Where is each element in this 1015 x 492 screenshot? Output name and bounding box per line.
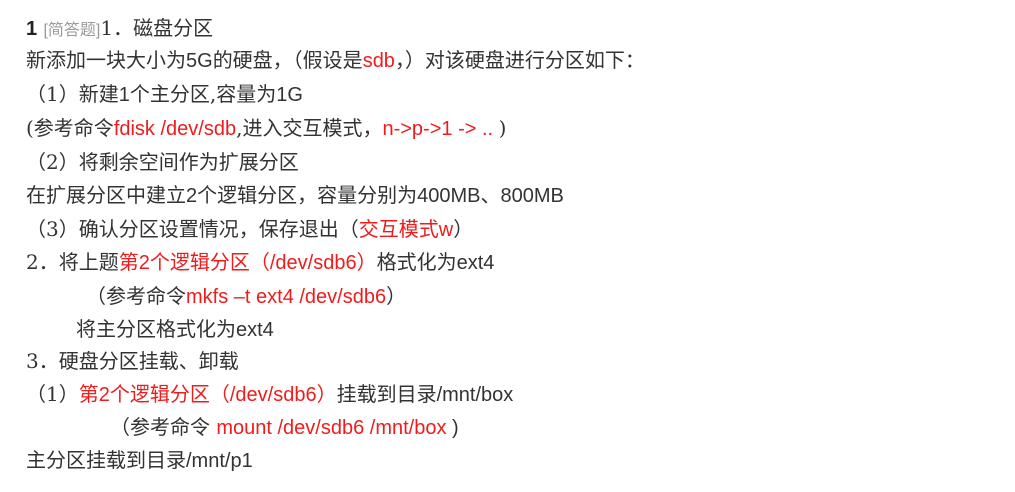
command-highlight: 交互模式w [358,219,454,241]
text-segment: 主分区挂载到目录 [26,448,186,472]
text-segment: 的硬盘，（假设是 [212,48,363,72]
text-segment: 、 [480,183,501,207]
size-value: 800MB [500,185,564,207]
text-segment: 将主分区格式化为 [76,317,236,341]
mount-path: /mnt/box [436,384,514,406]
disk-size-value: 5G [186,50,213,72]
filesystem-type: ext4 [456,252,495,274]
text-segment: （1） [26,382,79,406]
device-name-highlight: sdb [362,50,395,72]
text-segment: 个主分区,容量为 [129,82,277,106]
text-segment: ) [446,417,459,439]
section-2-primary-line: 将主分区格式化为ext4 [76,315,274,344]
partition-highlight: 第2个逻辑分区（/dev/sdb6） [118,252,377,274]
text-segment: 新添加一块大小为 [26,48,186,72]
partition-count: 1 [118,84,130,106]
question-type-label: [简答题] [43,22,101,39]
step-1-1-hint-line: (参考命令fdisk /dev/sdb,进入交互模式，n->p->1 -> ..… [26,114,506,143]
partition-highlight: 第2个逻辑分区（/dev/sdb6） [78,384,337,406]
text-segment: (参考命令 [26,116,114,140]
text-segment: ,进入交互模式， [236,116,383,140]
step-3-primary-line: 主分区挂载到目录/mnt/p1 [26,446,253,475]
step-1-2-detail-line: 在扩展分区中建立2个逻辑分区，容量分别为400MB、800MB [26,181,564,210]
step-1-2-line: （2）将剩余空间作为扩展分区 [26,148,299,176]
text-segment: （参考命令 [86,284,186,308]
mount-path: /mnt/p1 [186,450,253,472]
text-segment: ） [453,217,474,241]
size-value: 400MB [417,185,481,207]
section-1-title: 1．磁盘分区 [100,16,214,40]
text-segment: （3）确认分区设置情况，保存退出（ [26,217,359,241]
text-segment: ，）对该硬盘进行分区如下： [394,48,645,72]
step-3-1-hint-line: （参考命令 mount /dev/sdb6 /mnt/box ) [110,413,459,442]
text-segment: 在扩展分区中建立 [26,183,186,207]
text-segment: ) [498,116,507,140]
section-2-hint-line: （参考命令mkfs –t ext4 /dev/sdb6） [86,282,406,311]
step-1-3-line: （3）确认分区设置情况，保存退出（交互模式w） [26,215,473,244]
text-segment: （参考命令 [110,415,217,439]
command-highlight: mkfs –t ext4 /dev/sdb6 [186,286,387,308]
question-header: 1 [简答题]1．磁盘分区 [26,14,213,45]
step-1-1-line: （1）新建1个主分区,容量为1G [26,80,303,109]
command-highlight: mount /dev/sdb6 /mnt/box [216,417,447,439]
logical-count: 2 [186,185,198,207]
filesystem-type: ext4 [236,319,274,341]
section-3-title: 3．硬盘分区挂载、卸载 [26,347,239,375]
command-highlight: fdisk /dev/sdb [113,118,237,140]
text-segment: 挂载到目录 [336,382,437,406]
text-segment: ） [386,284,407,308]
text-segment: 个逻辑分区，容量分别为 [197,183,418,207]
text-segment: （2）将剩余空间作为扩展分区 [26,150,299,174]
text-segment: 2．将上题 [26,250,119,274]
text-segment: 格式化为 [376,250,457,274]
task-intro-line: 新添加一块大小为5G的硬盘，（假设是sdb，）对该硬盘进行分区如下： [26,46,645,75]
partition-size: 1G [276,84,303,106]
text-segment: （1）新建 [26,82,119,106]
text-segment: 3．硬盘分区挂载、卸载 [26,349,239,373]
question-document: 1 [简答题]1．磁盘分区 新添加一块大小为5G的硬盘，（假设是sdb，）对该硬… [0,0,1015,492]
section-2-line: 2．将上题第2个逻辑分区（/dev/sdb6）格式化为ext4 [26,248,494,277]
question-number: 1 [26,18,38,40]
step-3-1-line: （1）第2个逻辑分区（/dev/sdb6）挂载到目录/mnt/box [26,380,513,409]
keystroke-highlight: n->p->1 -> .. [382,118,499,140]
